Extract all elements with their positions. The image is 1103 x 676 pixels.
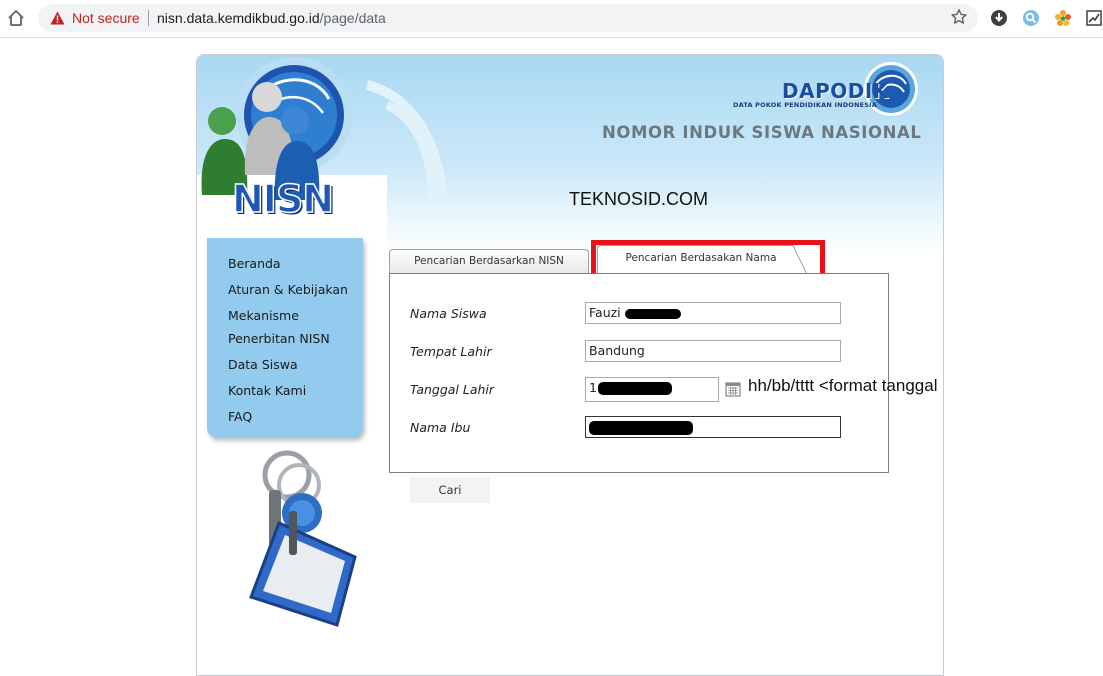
sidebar-item-faq[interactable]: FAQ: [228, 405, 368, 428]
extension-chart-icon[interactable]: [1085, 9, 1103, 27]
star-icon[interactable]: [950, 8, 968, 26]
url-text[interactable]: nisn.data.kemdikbud.go.id/page/data: [157, 10, 386, 26]
sidebar-item-beranda[interactable]: Beranda: [228, 252, 368, 275]
security-label[interactable]: Not secure: [72, 10, 140, 26]
redaction-mark: [597, 382, 672, 395]
sidebar-item-kontak-kami[interactable]: Kontak Kami: [228, 379, 368, 402]
browser-toolbar: Not secure nisn.data.kemdikbud.go.id/pag…: [0, 0, 1103, 38]
keys-illustration-icon: [249, 450, 357, 627]
sidebar-item-data-siswa[interactable]: Data Siswa: [228, 353, 368, 376]
sidebar-item-mekanisme-penerbitan[interactable]: Mekanisme Penerbitan NISN: [228, 304, 368, 350]
tempat-lahir-input[interactable]: Bandung: [585, 340, 841, 362]
sidebar-item-aturan-kebijakan[interactable]: Aturan & Kebijakan: [228, 278, 368, 301]
extension-flower-icon[interactable]: [1054, 9, 1072, 27]
nama-ibu-input[interactable]: [585, 416, 841, 438]
dapodik-logo-subtitle: DATA POKOK PENDIDIKAN INDONESIA: [733, 101, 878, 109]
redaction-mark: [624, 308, 681, 319]
extension-download-icon[interactable]: [990, 9, 1008, 27]
address-separator: [148, 10, 149, 26]
tempat-lahir-value: Bandung: [589, 343, 645, 358]
extension-search-icon[interactable]: [1022, 9, 1040, 27]
sidebar-menu-list: Beranda Aturan & Kebijakan Mekanisme Pen…: [228, 252, 368, 431]
site-watermark: TEKNOSID.COM: [569, 189, 709, 209]
tab-pencarian-nisn-label: Pencarian Berdasarkan NISN: [414, 255, 564, 267]
nama-siswa-input[interactable]: Fauzi: [585, 302, 841, 324]
page-title: NOMOR INDUK SISWA NASIONAL: [602, 123, 922, 142]
nama-ibu-label: Nama Ibu: [410, 420, 471, 435]
redaction-mark: [589, 420, 693, 435]
tanggal-lahir-input[interactable]: 1: [585, 377, 719, 402]
tab-pencarian-nisn[interactable]: Pencarian Berdasarkan NISN: [389, 249, 589, 273]
nama-siswa-label: Nama Siswa: [410, 306, 487, 321]
date-format-hint: hh/bb/tttt <format tanggal: [748, 376, 938, 395]
tanggal-lahir-label: Tanggal Lahir: [410, 382, 495, 397]
nama-siswa-value: Fauzi: [589, 305, 621, 320]
tempat-lahir-label: Tempat Lahir: [410, 344, 492, 359]
nisn-logo-text: NISN: [231, 176, 335, 222]
dapodik-logo-text: DAPODIK: [782, 79, 889, 103]
url-path: /page/data: [319, 10, 386, 26]
sidebar-menu: Beranda Aturan & Kebijakan Mekanisme Pen…: [207, 238, 363, 438]
address-bar[interactable]: Not secure nisn.data.kemdikbud.go.id/pag…: [38, 4, 978, 32]
calendar-icon[interactable]: [725, 381, 741, 397]
warning-icon: [50, 11, 65, 25]
nisn-logo-icon[interactable]: [197, 55, 397, 265]
home-icon[interactable]: [6, 8, 26, 28]
cari-button[interactable]: Cari: [410, 477, 490, 503]
page-container: NISN DAPODIK DATA POKOK PENDIDIKAN INDON…: [196, 54, 944, 676]
url-host: nisn.data.kemdikbud.go.id: [157, 10, 320, 26]
tanggal-lahir-value: 1: [589, 380, 597, 395]
search-form-panel: Nama Siswa Fauzi Tempat Lahir Bandung Ta…: [389, 273, 889, 473]
